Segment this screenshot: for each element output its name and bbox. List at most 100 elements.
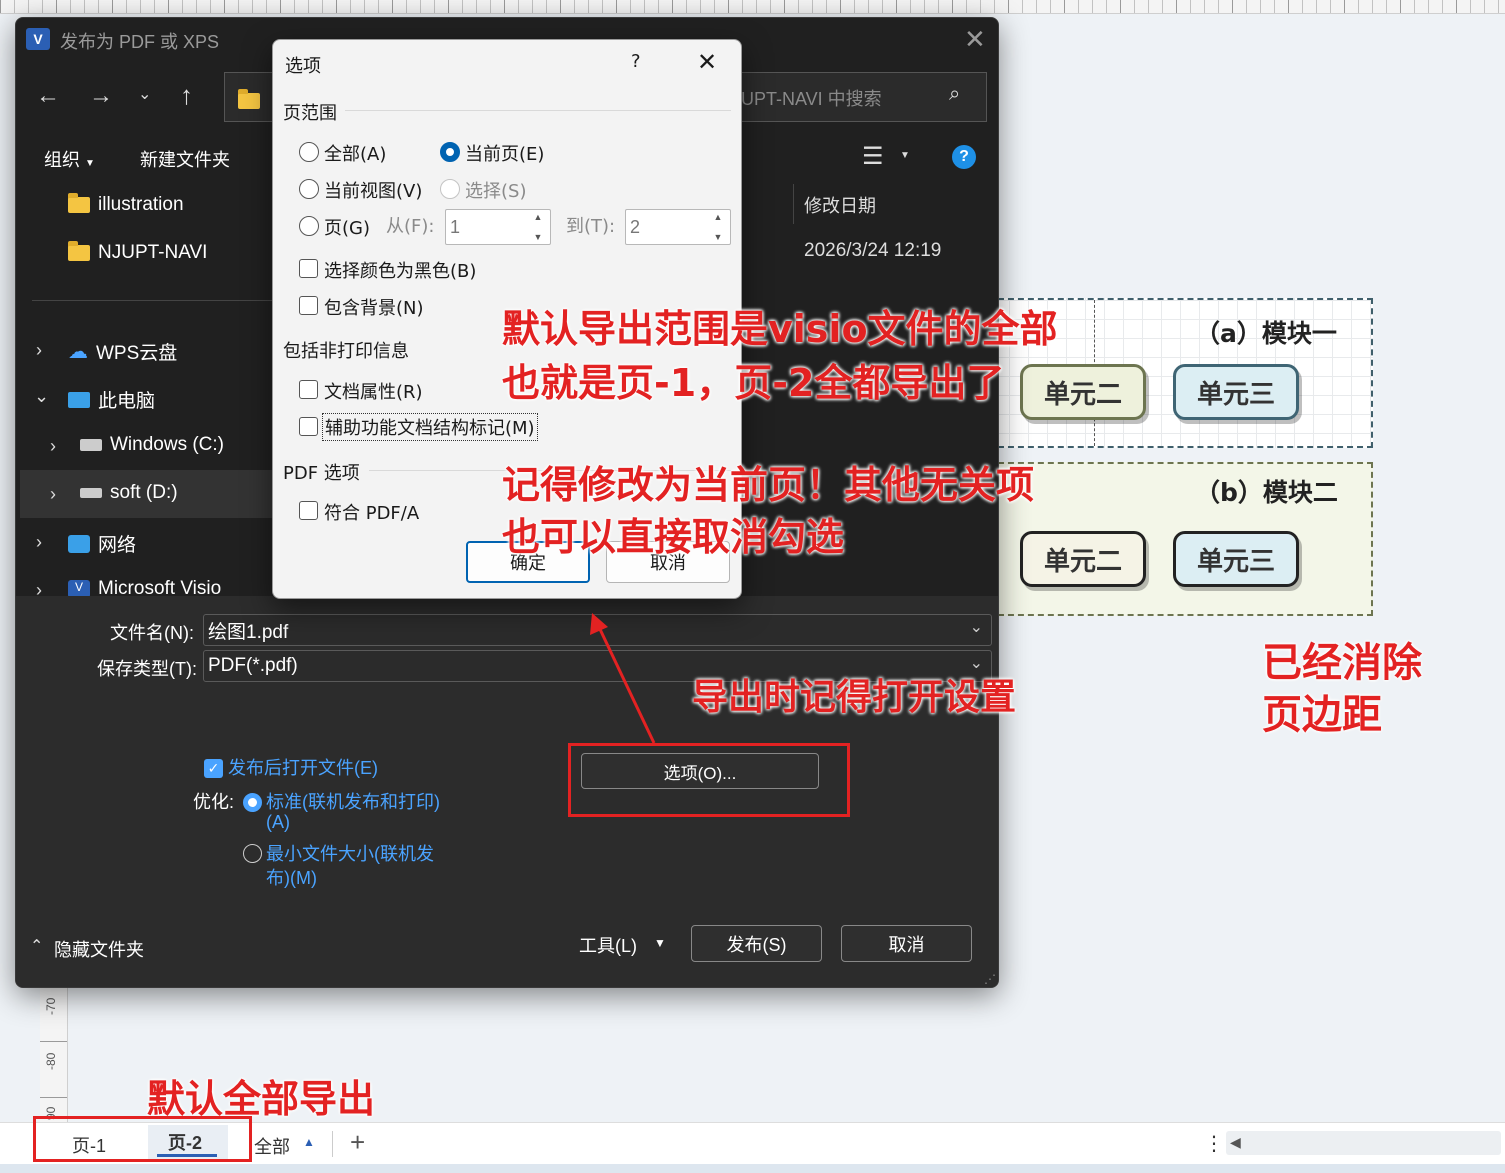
range-pages-radio[interactable] <box>299 216 319 236</box>
chevron-up-icon[interactable]: ⌃ <box>30 936 43 956</box>
expand-chevron-icon[interactable]: › <box>50 436 56 457</box>
pdfa-label[interactable]: 符合 PDF/A <box>324 499 419 525</box>
annotation-range-line1: 默认导出范围是visio文件的全部 <box>502 307 1058 351</box>
accessibility-tags-label[interactable]: 辅助功能文档结构标记(M) <box>322 413 538 441</box>
stepper-arrows-icon[interactable]: ▲ ▼ <box>528 212 548 242</box>
annotation-range-line2: 也就是页-1，页-2全都导出了 <box>502 361 1005 405</box>
collapse-chevron-icon[interactable]: ⌄ <box>34 386 49 407</box>
pdfa-checkbox[interactable] <box>299 501 318 520</box>
publish-button[interactable]: 发布(S) <box>691 925 822 962</box>
vertical-ruler: -70 -80 90 <box>40 985 68 1125</box>
tools-menu[interactable]: 工具(L) <box>579 932 637 958</box>
expand-chevron-icon[interactable]: › <box>50 484 56 505</box>
accessibility-tags-checkbox[interactable] <box>299 417 318 436</box>
savetype-label: 保存类型(T): <box>97 659 197 679</box>
hide-folders-toggle[interactable]: 隐藏文件夹 <box>54 936 144 962</box>
optimize-standard-label[interactable]: 标准(联机发布和打印) <box>266 788 440 814</box>
nav-item-soft-d[interactable]: soft (D:) <box>80 482 178 504</box>
tab-all[interactable]: 全部 <box>254 1133 290 1159</box>
cloud-icon: ☁ <box>68 341 88 363</box>
search-box[interactable]: UPT-NAVI 中搜索 ⌕ <box>740 72 987 122</box>
range-current-view-radio[interactable] <box>299 179 319 199</box>
nav-item-this-pc[interactable]: 此电脑 <box>68 386 155 413</box>
search-input[interactable]: UPT-NAVI 中搜索 <box>741 85 882 111</box>
optimize-label: 优化: <box>193 792 235 812</box>
doc-properties-label[interactable]: 文档属性(R) <box>324 378 423 404</box>
annotation-change-line2: 也可以直接取消勾选 <box>502 515 845 559</box>
range-current-view-label[interactable]: 当前视图(V) <box>324 177 422 203</box>
optimize-min-radio[interactable] <box>243 844 262 863</box>
nonprint-header: 包括非打印信息 <box>283 341 409 362</box>
range-pages-label[interactable]: 页(G) <box>324 214 370 240</box>
module-b-unit-3[interactable]: 单元三 <box>1173 531 1299 587</box>
folder-icon <box>238 89 260 109</box>
optimize-min-label-2[interactable]: 布)(M) <box>266 864 317 890</box>
to-stepper[interactable]: 2 ▲ ▼ <box>625 209 731 245</box>
new-folder-button[interactable]: 新建文件夹 <box>140 146 230 172</box>
recent-chevron-icon[interactable]: ⌄ <box>138 84 151 104</box>
savetype-value: PDF(*.pdf) <box>208 655 298 676</box>
page-tabs-highlight-box <box>33 1116 252 1162</box>
nav-label: 此电脑 <box>98 391 156 412</box>
resize-grip-icon[interactable]: ⋰ <box>984 972 996 986</box>
range-current-page-label[interactable]: 当前页(E) <box>465 140 544 166</box>
page-range-header: 页范围 <box>283 103 337 124</box>
search-icon[interactable]: ⌕ <box>949 83 960 106</box>
color-black-label[interactable]: 选择颜色为黑色(B) <box>324 257 476 283</box>
module-b-title: （b）模块二 <box>1195 478 1338 507</box>
annotation-margin-line2: 页边距 <box>1262 692 1382 738</box>
from-value: 1 <box>450 216 461 237</box>
doc-properties-checkbox[interactable] <box>299 380 318 399</box>
all-pages-up-icon[interactable]: ▲ <box>303 1135 315 1149</box>
view-dropdown-icon[interactable]: ▼ <box>900 150 910 161</box>
close-icon[interactable]: ✕ <box>964 24 986 55</box>
range-all-label[interactable]: 全部(A) <box>324 140 386 166</box>
range-selection-radio <box>440 179 460 199</box>
include-background-checkbox[interactable] <box>299 296 318 315</box>
expand-chevron-icon[interactable]: › <box>36 340 42 361</box>
up-arrow-icon[interactable]: ↑ <box>180 80 193 111</box>
nav-item-network[interactable]: 网络 <box>68 530 136 557</box>
expand-chevron-icon[interactable]: › <box>36 532 42 553</box>
more-options-icon[interactable]: ⋮ <box>1204 1131 1224 1156</box>
open-after-publish-checkbox[interactable]: ✓ <box>204 759 223 778</box>
annotation-open-settings: 导出时记得打开设置 <box>692 677 1017 718</box>
optimize-standard-key[interactable]: (A) <box>266 812 290 833</box>
column-header-date[interactable]: 修改日期 <box>804 192 876 218</box>
add-page-icon[interactable]: + <box>350 1127 365 1158</box>
nav-item-windows-c[interactable]: Windows (C:) <box>80 434 224 456</box>
close-icon[interactable]: ✕ <box>697 48 717 76</box>
optimize-standard-radio[interactable] <box>243 793 262 812</box>
column-divider <box>793 184 794 224</box>
from-stepper[interactable]: 1 ▲ ▼ <box>445 209 551 245</box>
include-background-label[interactable]: 包含背景(N) <box>324 294 424 320</box>
options-highlight-box <box>568 743 850 817</box>
horizontal-scrollbar[interactable]: ◀ <box>1226 1131 1501 1155</box>
module-a-title: （a）模块一 <box>1195 319 1337 348</box>
color-black-checkbox[interactable] <box>299 259 318 278</box>
help-icon[interactable]: ? <box>952 145 976 169</box>
help-button[interactable]: ? <box>631 51 641 72</box>
scroll-left-icon[interactable]: ◀ <box>1230 1134 1241 1151</box>
back-icon[interactable]: ← <box>36 82 60 110</box>
annotation-change-line1: 记得修改为当前页！其他无关项 <box>502 463 1035 507</box>
chevron-down-icon[interactable]: ⌄ <box>970 617 983 637</box>
module-a-unit-3[interactable]: 单元三 <box>1173 364 1299 420</box>
module-a-unit-2[interactable]: 单元二 <box>1020 364 1146 420</box>
organize-label: 组织 <box>44 150 80 170</box>
stepper-arrows-icon[interactable]: ▲ ▼ <box>708 212 728 242</box>
module-b-unit-2[interactable]: 单元二 <box>1020 531 1146 587</box>
range-all-radio[interactable] <box>299 142 319 162</box>
optimize-min-label[interactable]: 最小文件大小(联机发 <box>266 840 434 866</box>
tools-dropdown-icon[interactable]: ▼ <box>654 936 666 950</box>
nav-item-njupt-navi[interactable]: NJUPT-NAVI <box>68 241 207 264</box>
nav-item-illustration[interactable]: illustration <box>68 193 184 216</box>
range-current-page-radio[interactable] <box>440 142 460 162</box>
forward-icon[interactable]: → <box>89 82 113 110</box>
open-after-publish-label[interactable]: 发布后打开文件(E) <box>228 754 378 780</box>
cancel-button[interactable]: 取消 <box>841 925 972 962</box>
organize-menu[interactable]: 组织 ▼ <box>44 146 95 172</box>
module-b-container[interactable]: （b）模块二 单元二 单元三 <box>988 462 1373 616</box>
nav-item-wps-cloud[interactable]: ☁ WPS云盘 <box>68 338 177 365</box>
view-options-icon[interactable]: ☰ <box>862 142 884 171</box>
